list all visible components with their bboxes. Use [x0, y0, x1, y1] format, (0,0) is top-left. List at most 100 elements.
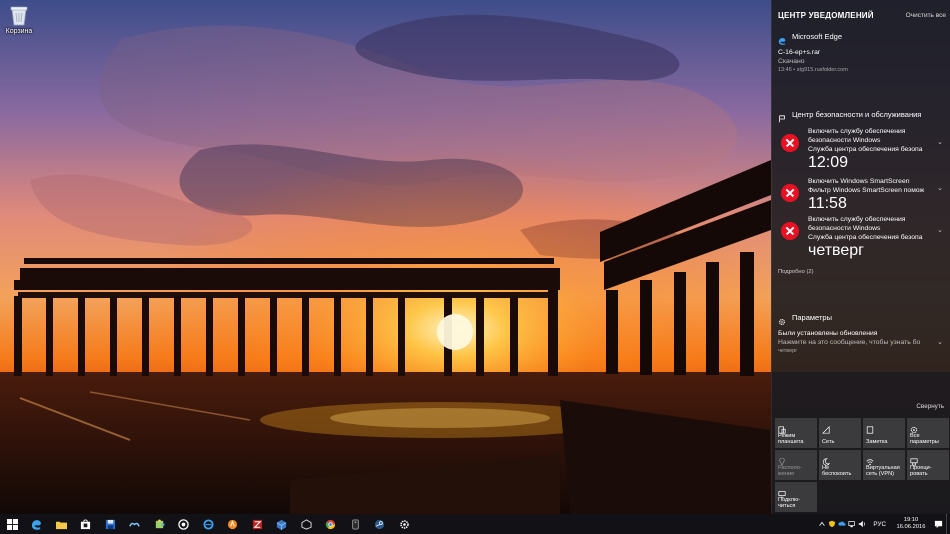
chevron-up-icon	[819, 521, 826, 526]
notification-group-security: Центр безопасности и обслуживания Включи…	[778, 108, 944, 278]
ie-icon	[203, 518, 214, 530]
system-tray: РУС 19:10 16.06.2016	[817, 514, 950, 534]
group-header: Параметры	[778, 311, 944, 325]
taskbar-avast[interactable]	[221, 514, 246, 534]
chevron-down-icon[interactable]: ⌄	[936, 185, 944, 193]
error-icon	[781, 184, 799, 202]
steam-icon	[375, 519, 385, 529]
clock-time: 19:10	[903, 517, 919, 523]
tray-volume[interactable]	[857, 514, 867, 534]
notification-line: Включить службу обеспечения	[808, 128, 906, 135]
moon-icon	[822, 453, 831, 466]
chevron-down-icon[interactable]: ⌄	[936, 339, 944, 347]
notification-meta: 13:46 • stg915.rusfolder.com	[778, 67, 848, 73]
taskbar-puzzle-app[interactable]	[147, 514, 172, 534]
quick-action-label: Проеци-ровать	[910, 464, 932, 478]
cloud-icon	[838, 521, 846, 526]
file-explorer-icon	[55, 521, 67, 529]
taskbar-steam[interactable]	[368, 514, 393, 534]
taskbar-save-app[interactable]	[98, 514, 123, 534]
group-name: Параметры	[792, 312, 832, 322]
taskbar-file-explorer[interactable]	[49, 514, 74, 534]
taskbar-store[interactable]	[74, 514, 99, 534]
quick-action-note[interactable]: Заметка	[863, 418, 905, 448]
chevron-down-icon[interactable]: ⌄	[936, 139, 944, 147]
chevron-down-icon[interactable]: ⌄	[936, 227, 944, 235]
notification-line: Включить службу обеспечения	[808, 216, 906, 223]
connect-icon	[778, 485, 786, 498]
quick-action-location[interactable]: Располо-жение	[775, 450, 817, 480]
flag-icon	[778, 110, 786, 123]
quick-action-tablet-mode[interactable]: Режим планшета	[775, 418, 817, 448]
show-desktop-button[interactable]	[946, 514, 950, 534]
avast-icon	[228, 519, 238, 529]
group-header: Центр безопасности и обслуживания	[778, 108, 944, 123]
security-notification[interactable]: Включить службу обеспечения безопасности…	[778, 215, 944, 259]
quick-action-do-not-disturb[interactable]: Не беспокоить	[819, 450, 861, 480]
error-icon	[781, 134, 799, 152]
virtualbox-icon	[277, 519, 287, 530]
notification-line: безопасности Windows	[808, 137, 881, 144]
notification-icon	[934, 520, 942, 528]
taskbar-settings[interactable]	[392, 514, 417, 534]
quick-action-all-settings[interactable]: Все параметры	[907, 418, 949, 448]
taskbar-edge[interactable]	[25, 514, 50, 534]
updates-notification[interactable]: Были установлены обновления Нажмите на э…	[778, 329, 944, 356]
tray-app-1[interactable]	[827, 514, 837, 534]
clock[interactable]: 19:10 16.06.2016	[892, 517, 930, 531]
security-notification[interactable]: Включить службу обеспечения безопасности…	[778, 127, 944, 171]
clear-all-link[interactable]: Очистить все	[906, 12, 946, 19]
tablet-mode-icon	[778, 421, 786, 434]
notification-time: 12:09	[808, 154, 849, 171]
quick-action-connect[interactable]: Подклю-читься	[775, 482, 817, 512]
notification-line: Фильтр Windows SmartScreen помож	[808, 187, 925, 194]
project-icon	[910, 453, 918, 466]
quick-action-project[interactable]: Проеци-ровать	[907, 450, 949, 480]
notification-status: Скачано	[778, 58, 805, 65]
collapse-link[interactable]: Свернуть	[916, 403, 944, 410]
edge-icon	[32, 519, 42, 530]
group-name: Центр безопасности и обслуживания	[792, 109, 922, 119]
speaker-icon	[859, 520, 866, 528]
start-icon	[6, 518, 18, 530]
group-header: Microsoft Edge	[778, 30, 944, 45]
tray-chevron-up[interactable]	[817, 514, 827, 534]
start-button[interactable]	[0, 514, 25, 534]
quick-action-label: Располо-жение	[778, 464, 802, 478]
notification-line: Служба центра обеспечения безопа	[808, 234, 923, 241]
save-disk-icon	[105, 519, 115, 529]
notification-title: C-16-ep+s.rar	[778, 49, 821, 56]
tray-app-2[interactable]	[837, 514, 847, 534]
taskbar-unity[interactable]	[294, 514, 319, 534]
taskbar-target-app[interactable]	[172, 514, 197, 534]
notification-title: Были установлены обновления	[778, 330, 878, 337]
language-indicator[interactable]: РУС	[867, 521, 892, 528]
taskbar-internet-explorer[interactable]	[196, 514, 221, 534]
more-details-link[interactable]: Подробно (2)	[778, 269, 814, 275]
action-center: ЦЕНТР УВЕДОМЛЕНИЙ Очистить все Microsoft…	[771, 0, 950, 514]
quick-action-label: Не беспокоить	[822, 464, 852, 478]
quick-action-label: Все параметры	[910, 432, 939, 446]
quick-actions: Режим планшета Сеть Заметка Все параметр…	[775, 418, 949, 512]
taskbar-chrome[interactable]	[319, 514, 344, 534]
taskbar-virtualbox[interactable]	[270, 514, 295, 534]
network-icon	[848, 521, 856, 528]
paw-app-icon	[129, 522, 141, 527]
filezilla-icon	[252, 519, 262, 529]
clock-date: 16.06.2016	[896, 524, 926, 530]
quick-action-vpn[interactable]: Виртуальная сеть (VPN)	[863, 450, 905, 480]
edge-icon	[778, 32, 786, 45]
tray-network[interactable]	[847, 514, 857, 534]
settings-icon	[910, 421, 918, 434]
quick-action-label: Сеть	[822, 439, 835, 446]
edge-download-notification[interactable]: C-16-ep+s.rar Скачано 13:46 • stg915.rus…	[778, 48, 944, 75]
taskbar-filezilla[interactable]	[245, 514, 270, 534]
notification-group-edge: Microsoft Edge C-16-ep+s.rar Скачано 13:…	[778, 30, 944, 74]
quick-action-label: Режим планшета	[778, 432, 804, 446]
taskbar-paw-app[interactable]	[123, 514, 148, 534]
taskbar-terminal[interactable]	[343, 514, 368, 534]
action-center-button[interactable]	[930, 514, 946, 534]
recycle-bin-icon	[9, 4, 29, 26]
quick-action-network[interactable]: Сеть	[819, 418, 861, 448]
desktop-icon-recycle-bin[interactable]: Корзина	[4, 4, 34, 35]
